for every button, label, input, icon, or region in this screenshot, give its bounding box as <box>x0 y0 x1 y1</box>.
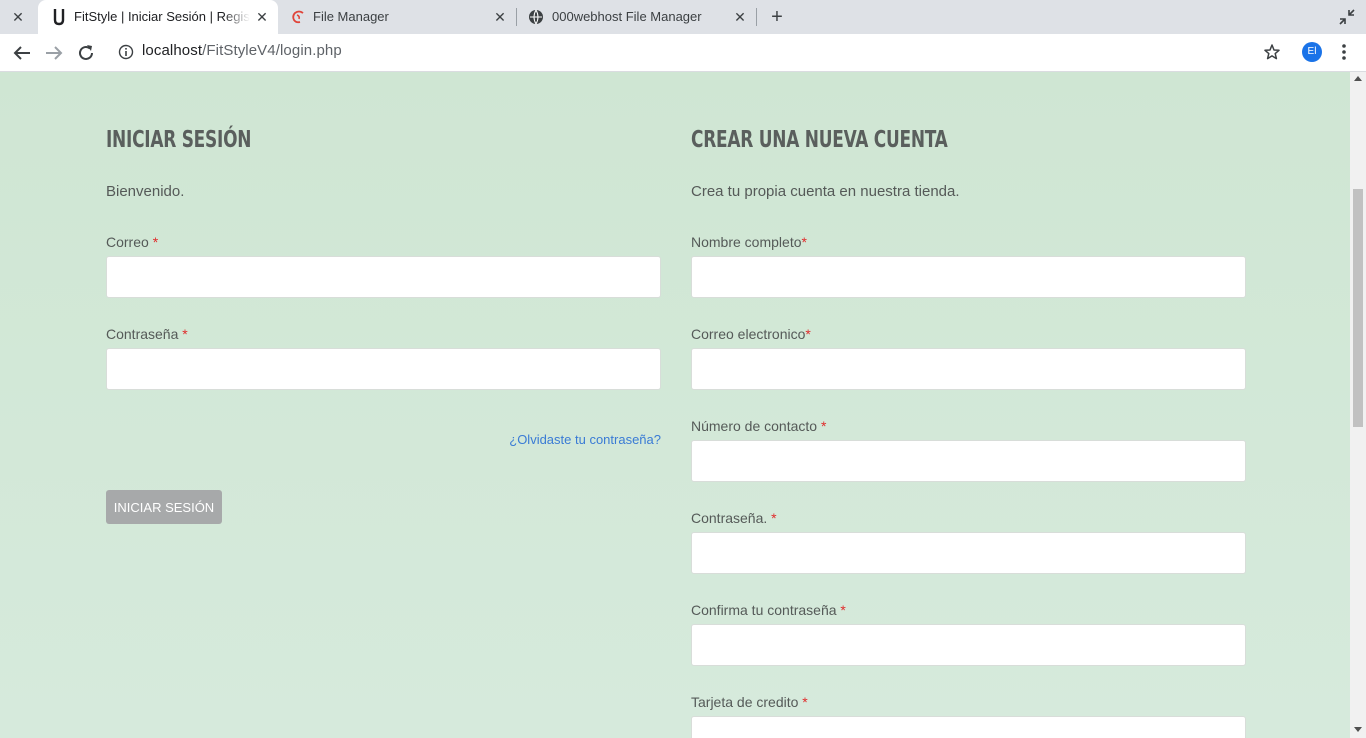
tab-fitstyle-login[interactable]: FitStyle | Iniciar Sesión | Registro ✕ <box>38 0 278 34</box>
close-icon[interactable]: ✕ <box>732 9 748 25</box>
close-icon[interactable]: ✕ <box>492 9 508 25</box>
email-field[interactable] <box>106 256 661 298</box>
scrollbar-thumb[interactable] <box>1353 189 1363 427</box>
new-tab-button[interactable]: + <box>766 6 788 28</box>
address-bar[interactable]: localhost/FitStyleV4/login.php <box>142 42 342 59</box>
phone-label: Número de contacto * <box>691 418 827 434</box>
required-mark: * <box>805 326 811 342</box>
required-mark: * <box>771 510 777 526</box>
site-info-icon[interactable] <box>118 44 134 60</box>
tab-000webhost[interactable]: 000webhost File Manager ✕ <box>516 0 756 34</box>
tab-title: 000webhost File Manager <box>552 9 702 24</box>
globe-icon <box>529 9 543 25</box>
password-field[interactable] <box>106 348 661 390</box>
fullname-field[interactable] <box>691 256 1246 298</box>
tab-title: FitStyle | Iniciar Sesión | Registro <box>74 9 250 24</box>
login-button[interactable]: INICIAR SESIÓN <box>106 490 222 524</box>
back-arrow-icon[interactable] <box>10 41 34 65</box>
register-email-field[interactable] <box>691 348 1246 390</box>
required-mark: * <box>152 234 159 250</box>
login-intro: Bienvenido. <box>106 183 185 200</box>
register-password-label: Contraseña. * <box>691 510 777 526</box>
confirm-password-label: Confirma tu contraseña * <box>691 602 846 618</box>
register-intro: Crea tu propia cuenta en nuestra tienda. <box>691 183 960 200</box>
reload-icon[interactable] <box>74 41 98 65</box>
required-mark: * <box>802 694 808 710</box>
page-content: INICIAR SESIÓN Bienvenido. Correo * Cont… <box>0 72 1350 738</box>
scroll-up-arrow-icon[interactable] <box>1354 76 1362 81</box>
confirm-password-field[interactable] <box>691 624 1246 666</box>
phone-field[interactable] <box>691 440 1246 482</box>
register-title: CREAR UNA NUEVA CUENTA <box>691 127 948 153</box>
credit-card-field[interactable] <box>691 716 1246 738</box>
required-mark: * <box>182 326 188 342</box>
bookmark-star-icon[interactable] <box>1262 42 1282 62</box>
register-password-field[interactable] <box>691 532 1246 574</box>
more-menu-icon[interactable] <box>1336 42 1352 62</box>
login-title: INICIAR SESIÓN <box>106 127 252 153</box>
url-path: /FitStyleV4/login.php <box>202 42 342 59</box>
forgot-password-link[interactable]: ¿Olvidaste tu contraseña? <box>509 432 661 447</box>
tab-file-manager[interactable]: File Manager ✕ <box>278 0 516 34</box>
scroll-down-arrow-icon[interactable] <box>1354 727 1362 732</box>
tab-pinned[interactable]: ✕ <box>0 0 38 34</box>
browser-tab-strip: ✕ FitStyle | Iniciar Sesión | Registro ✕… <box>0 0 1366 34</box>
required-mark: * <box>840 602 846 618</box>
tab-title: File Manager <box>313 9 389 24</box>
close-icon[interactable]: ✕ <box>254 9 270 25</box>
tab-separator <box>756 8 757 26</box>
restore-window-icon[interactable] <box>1338 8 1356 26</box>
required-mark: * <box>820 418 827 434</box>
file-manager-favicon <box>292 10 304 24</box>
profile-avatar[interactable]: El <box>1302 42 1322 62</box>
fullname-label: Nombre completo* <box>691 234 807 250</box>
url-host: localhost <box>142 42 203 59</box>
browser-toolbar: localhost/FitStyleV4/login.php El <box>0 34 1366 72</box>
credit-card-label: Tarjeta de credito * <box>691 694 808 710</box>
required-mark: * <box>801 234 807 250</box>
page-scrollbar[interactable] <box>1350 72 1366 738</box>
close-icon[interactable]: ✕ <box>10 9 26 25</box>
forward-arrow-icon[interactable] <box>42 41 66 65</box>
password-label: Contraseña * <box>106 326 188 342</box>
register-email-label: Correo electronico* <box>691 326 811 342</box>
email-label: Correo * <box>106 234 159 250</box>
fitstyle-favicon <box>53 9 65 26</box>
